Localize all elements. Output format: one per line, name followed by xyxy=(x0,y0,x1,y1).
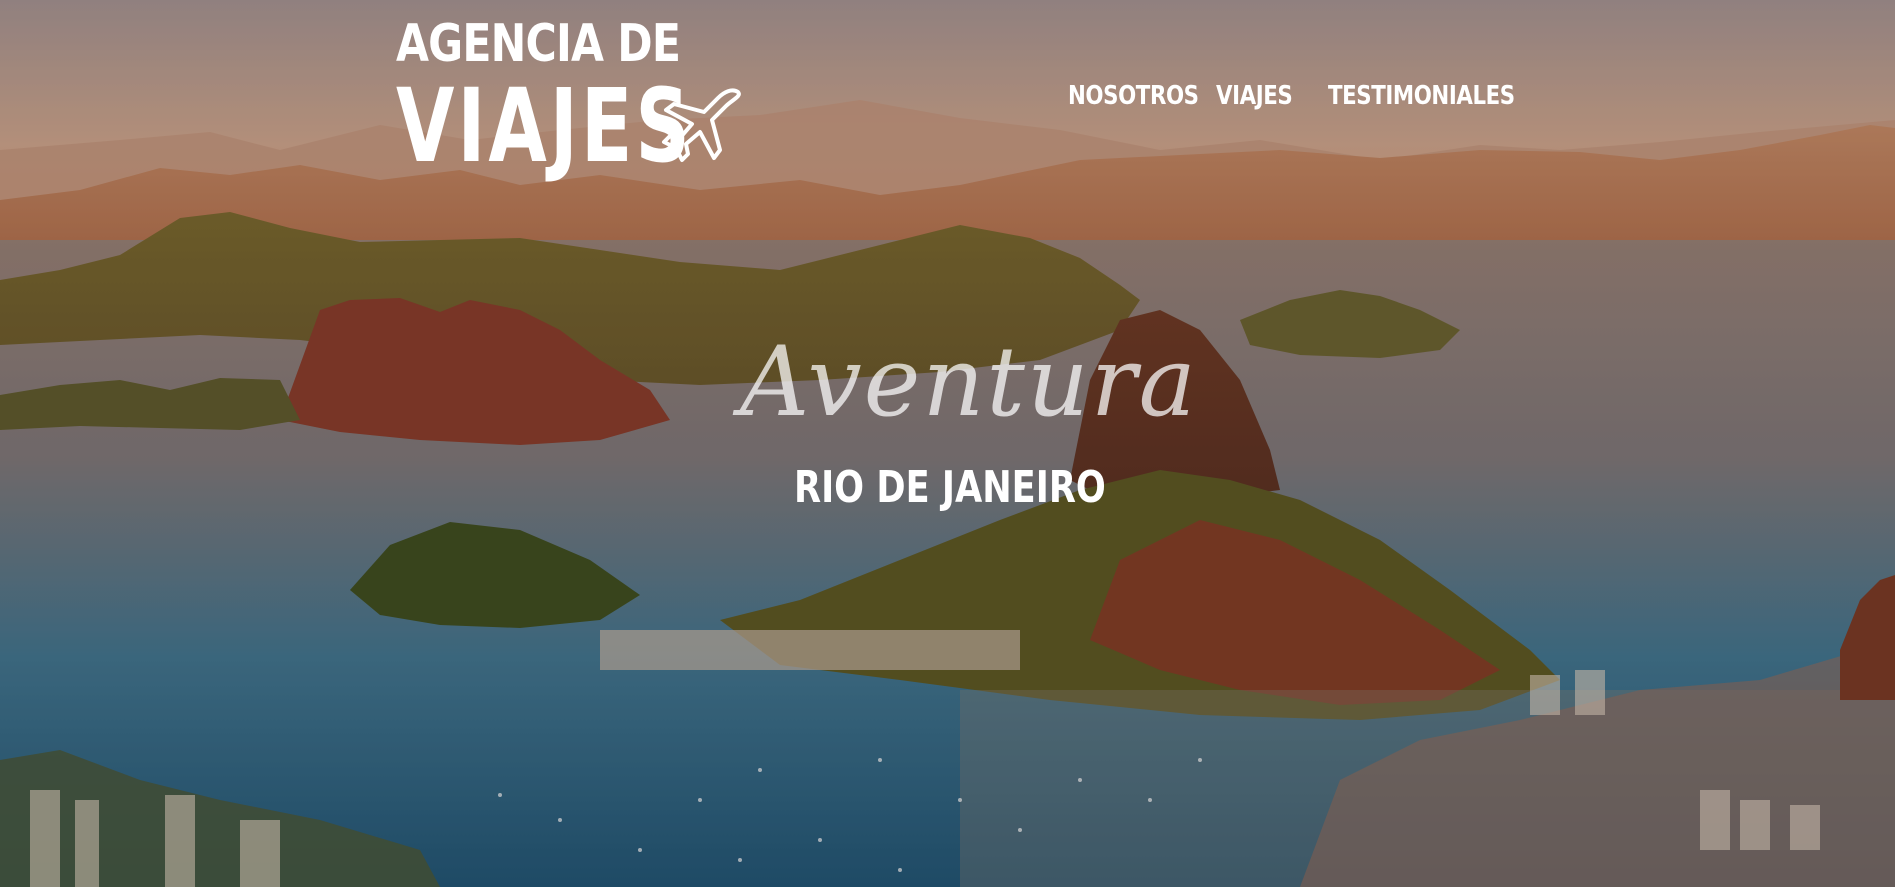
hero-section: AGENCIA DE VIAJES NOSOTROS VIAJES TESTIM… xyxy=(0,0,1895,887)
logo-line-agencia-de: AGENCIA DE xyxy=(396,14,681,74)
nav-link-viajes[interactable]: VIAJES xyxy=(1216,81,1293,111)
hero-script-title: Aventura xyxy=(740,326,1198,438)
hero-subtitle-text: RIO DE JANEIRO xyxy=(794,462,1106,513)
logo-line-viajes: VIAJES xyxy=(396,67,693,186)
hero-text-block: Aventura RIO DE JANEIRO xyxy=(700,326,1200,530)
site-logo[interactable]: AGENCIA DE VIAJES xyxy=(396,14,756,184)
nav-link-nosotros[interactable]: NOSOTROS xyxy=(1068,81,1199,111)
nav-link-testimoniales[interactable]: TESTIMONIALES xyxy=(1328,81,1515,111)
hero-subtitle: RIO DE JANEIRO xyxy=(700,462,1200,513)
airplane-icon xyxy=(662,88,741,162)
site-header: AGENCIA DE VIAJES NOSOTROS VIAJES TESTIM… xyxy=(0,0,1895,180)
main-navigation: NOSOTROS VIAJES TESTIMONIALES xyxy=(1068,80,1515,112)
